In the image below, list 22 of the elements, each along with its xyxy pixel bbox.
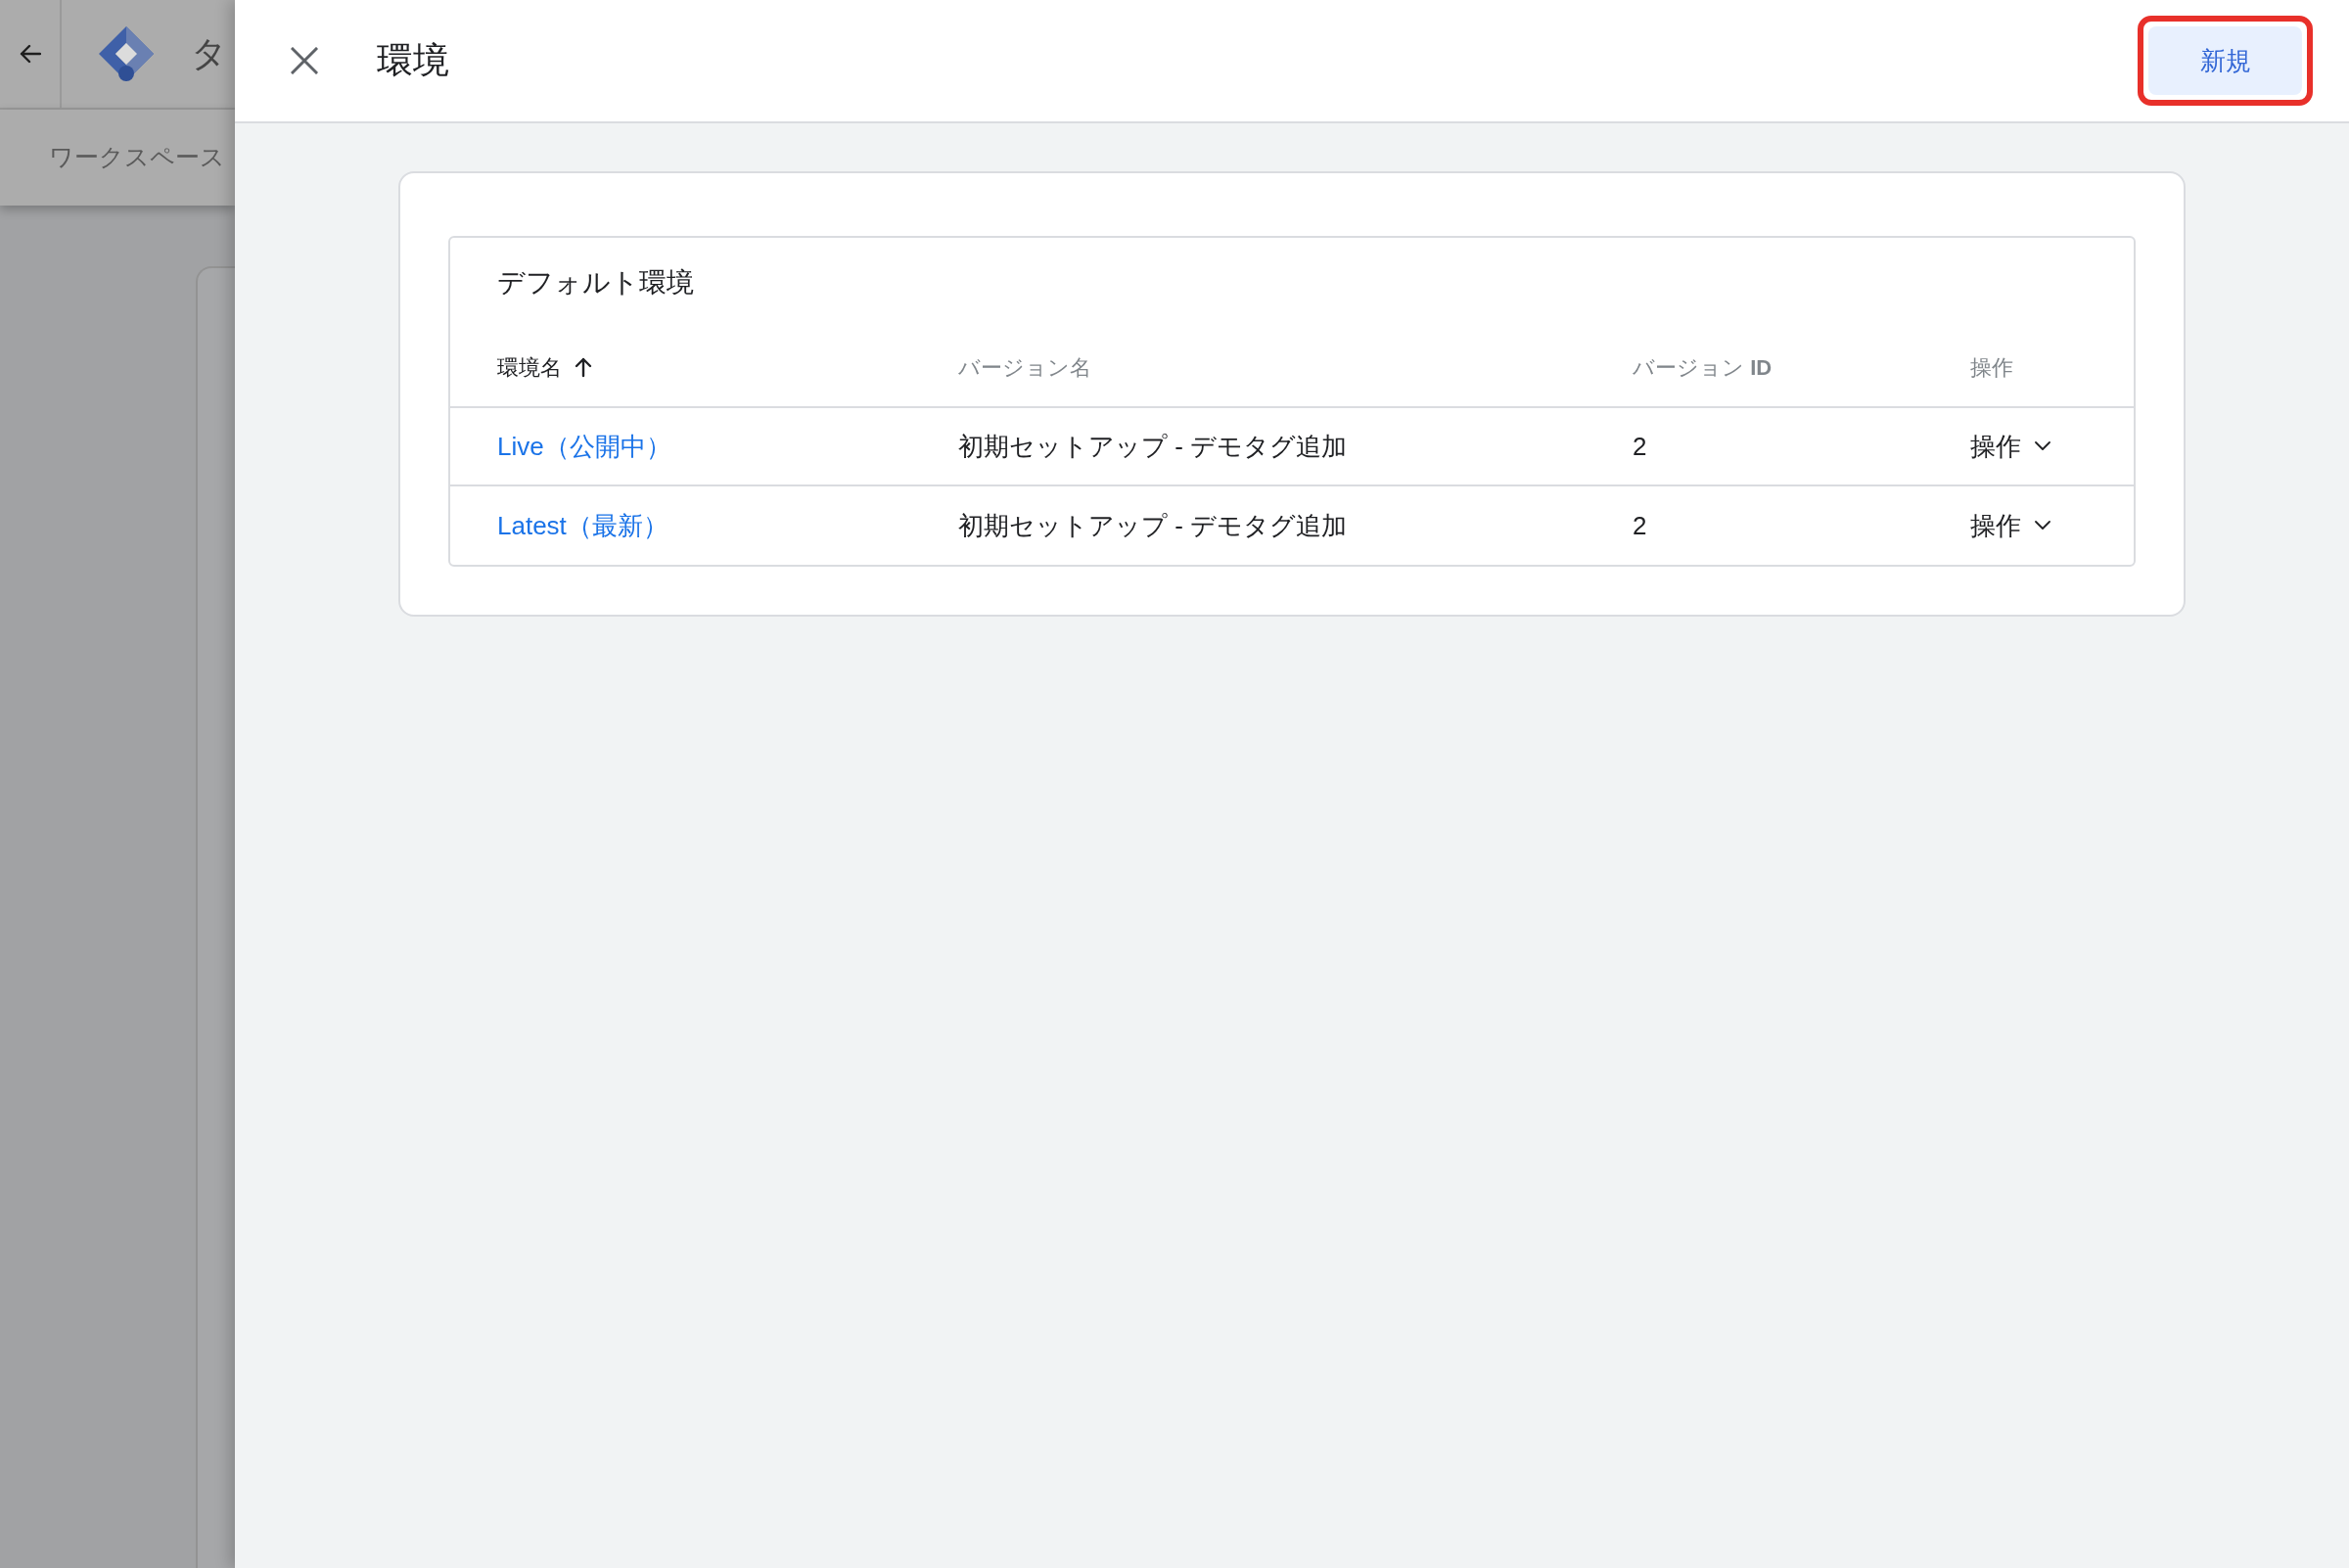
page-title: タ [191,36,227,71]
actions-dropdown[interactable]: 操作 [1970,506,2050,545]
arrow-left-icon[interactable] [19,44,41,64]
version-id-cell-text: 2 [1633,430,1647,463]
version-name-cell-text: 初期セットアップ - デモタグ追加 [958,430,1348,463]
column-header[interactable]: バージョン ID [1633,350,1773,384]
version-name-cell-text: 初期セットアップ - デモタグ追加 [958,509,1348,542]
column-header[interactable]: バージョン名 [958,350,1091,384]
actions-dropdown[interactable]: 操作 [1970,427,2050,466]
new-button[interactable]: 新規 [2148,26,2302,95]
chevron-down-icon [2035,441,2050,451]
close-icon[interactable] [291,47,318,74]
column-header[interactable]: 操作 [1970,350,2013,384]
diamond-logo-icon [97,24,156,83]
column-header[interactable]: 環境名 [497,350,593,384]
environment-link[interactable]: Live（公開中） [497,427,671,466]
environment-link[interactable]: Latest（最新） [497,506,668,545]
section-title: デフォルト環境 [497,266,694,300]
version-id-cell-text: 2 [1633,509,1647,542]
panel-title: 環境 [377,39,449,83]
chevron-down-icon [2035,521,2050,530]
arrow-up-icon [574,356,593,378]
